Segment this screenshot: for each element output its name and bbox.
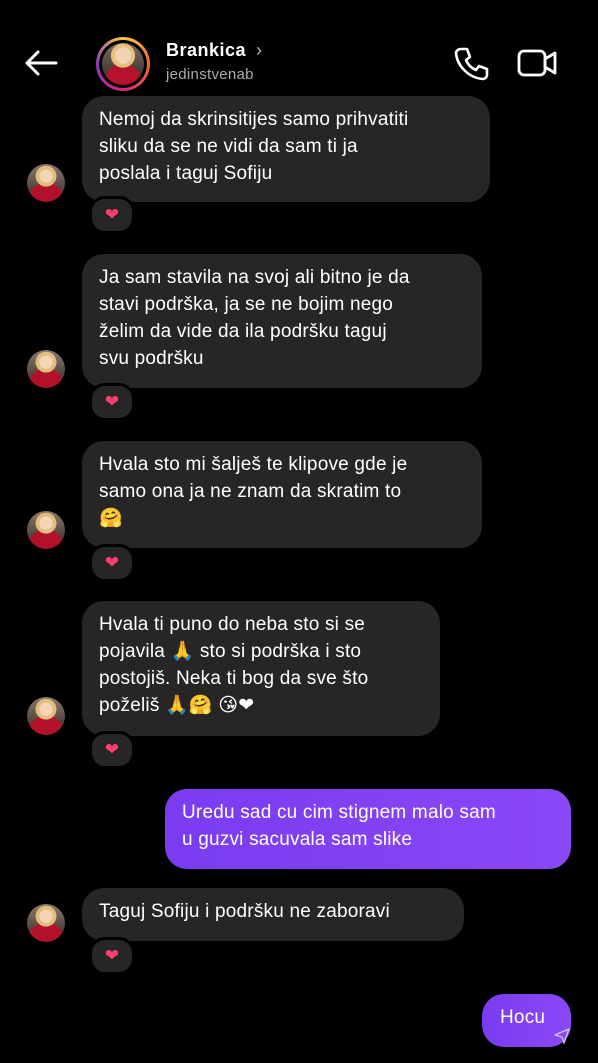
sender-avatar[interactable] <box>27 511 65 549</box>
heart-reaction-icon[interactable]: ❤ <box>89 544 135 582</box>
sender-avatar[interactable] <box>27 350 65 388</box>
contact-name[interactable]: Brankica <box>166 40 246 61</box>
contact-avatar[interactable] <box>96 37 150 91</box>
phone-icon[interactable] <box>452 44 490 82</box>
contact-username[interactable]: jedinstvenab <box>166 66 254 83</box>
reaction-heart: ❤ <box>104 392 120 412</box>
sent-indicator-icon <box>554 1028 570 1044</box>
reaction-heart: ❤ <box>104 553 120 573</box>
message-bubble-incoming[interactable]: Hvala ti puno do neba sto si se pojavila… <box>82 601 440 736</box>
message-bubble-incoming[interactable]: Hvala sto mi šalješ te klipove gde je sa… <box>82 441 482 548</box>
reaction-heart: ❤ <box>104 946 120 966</box>
message-bubble-outgoing[interactable]: Uredu sad cu cim stignem malo sam u guzv… <box>165 789 571 869</box>
heart-reaction-icon[interactable]: ❤ <box>89 196 135 234</box>
sender-avatar[interactable] <box>27 697 65 735</box>
back-arrow-icon[interactable] <box>22 44 60 82</box>
heart-reaction-icon[interactable]: ❤ <box>89 731 135 769</box>
video-camera-icon[interactable] <box>516 44 558 82</box>
message-bubble-incoming[interactable]: Nemoj da skrinsitijes samo prihvatiti sl… <box>82 96 490 202</box>
heart-reaction-icon[interactable]: ❤ <box>89 937 135 975</box>
chat-header: Brankica › jedinstvenab <box>0 0 598 105</box>
chevron-right-icon[interactable]: › <box>256 40 262 61</box>
reaction-heart: ❤ <box>104 740 120 760</box>
sender-avatar[interactable] <box>27 904 65 942</box>
reaction-heart: ❤ <box>104 205 120 225</box>
heart-reaction-icon[interactable]: ❤ <box>89 383 135 421</box>
message-bubble-incoming[interactable]: Taguj Sofiju i podršku ne zaboravi <box>82 888 464 941</box>
sender-avatar[interactable] <box>27 164 65 202</box>
message-bubble-incoming[interactable]: Ja sam stavila na svoj ali bitno je da s… <box>82 254 482 388</box>
